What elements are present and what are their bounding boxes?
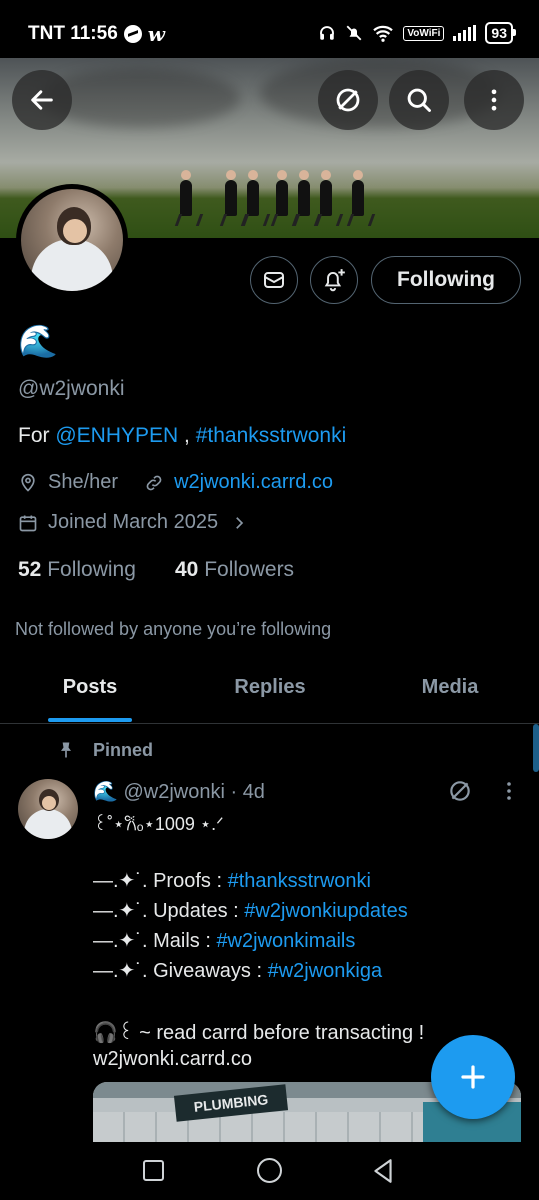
profile-avatar[interactable] xyxy=(16,184,128,296)
bullet: —.✦˙. xyxy=(93,930,148,952)
calendar-icon xyxy=(19,515,37,531)
updates-hashtag-link[interactable]: #w2jwonkiupdates xyxy=(244,900,407,922)
tweet-grok-icon[interactable] xyxy=(447,778,473,804)
grok-button[interactable] xyxy=(318,70,378,130)
bullet: —.✦˙. xyxy=(93,900,148,922)
following-label: Following xyxy=(47,558,136,581)
notifications-button[interactable] xyxy=(310,256,358,304)
pronouns: She/her xyxy=(48,471,119,493)
bell-muted-icon xyxy=(346,25,362,41)
link-icon xyxy=(146,475,162,490)
tweet-header: 🌊 @w2jwonki · 4d xyxy=(93,779,265,804)
pinned-label: Pinned xyxy=(93,740,154,760)
signal-icon xyxy=(453,25,477,41)
message-button[interactable] xyxy=(250,256,298,304)
profile-meta-row: She/her w2jwonki.carrd.co xyxy=(18,471,333,494)
more-vertical-icon xyxy=(491,89,497,111)
profile-handle: @w2jwonki xyxy=(18,377,125,400)
compose-button[interactable] xyxy=(431,1035,515,1119)
compose-plus-icon xyxy=(461,1065,485,1089)
following-button[interactable]: Following xyxy=(371,256,521,304)
followers-stat[interactable]: 40 Followers xyxy=(175,558,294,582)
back-nav-icon[interactable] xyxy=(370,1157,396,1185)
tweet-line-mails: —.✦˙. Mails : #w2jwonkimails xyxy=(93,928,355,953)
bullet: —.✦˙. xyxy=(93,870,148,892)
tweet-more-icon[interactable] xyxy=(497,779,521,803)
headphones-icon xyxy=(320,26,335,40)
w-app-icon: w xyxy=(147,22,165,46)
giveaways-hashtag-link[interactable]: #w2jwonkiga xyxy=(268,960,383,982)
status-bar: TNT 11:56 w VoWiFi 93 xyxy=(0,0,539,62)
recents-button[interactable] xyxy=(143,1160,164,1181)
location-pin-icon xyxy=(21,473,35,492)
carrier-time: TNT 11:56 xyxy=(28,23,118,44)
website-link[interactable]: w2jwonki.carrd.co xyxy=(174,471,333,494)
not-followed-notice: Not followed by anyone you’re following xyxy=(15,619,332,639)
back-button[interactable] xyxy=(12,70,72,130)
search-button[interactable] xyxy=(389,70,449,130)
messenger-icon xyxy=(123,25,142,43)
following-count: 52 xyxy=(18,558,42,581)
tweet-author-name[interactable]: 🌊 xyxy=(93,781,118,803)
proofs-label: Proofs : xyxy=(153,870,228,892)
wifi-icon xyxy=(373,25,394,42)
tabs-divider xyxy=(0,723,539,724)
battery-indicator: 93 xyxy=(485,22,516,44)
scrollbar-thumb[interactable] xyxy=(533,724,539,772)
bullet: —.✦˙. xyxy=(93,960,148,982)
tweet-note: 🎧꒰ ~ read carrd before transacting ! xyxy=(93,1022,425,1044)
tab-media[interactable]: Media xyxy=(390,676,510,724)
tab-replies[interactable]: Replies xyxy=(205,676,335,724)
bio: For @ENHYPEN , #thanksstrwonki xyxy=(18,424,346,448)
joined-date: Joined March 2025 xyxy=(48,511,219,533)
chevron-right-icon xyxy=(236,516,244,529)
tweet-line-giveaways: —.✦˙. Giveaways : #w2jwonkiga xyxy=(93,958,382,983)
following-stat[interactable]: 52 Following xyxy=(18,558,136,582)
giveaways-label: Giveaways : xyxy=(153,960,268,982)
display-name: 🌊 xyxy=(18,323,58,359)
vowifi-badge: VoWiFi xyxy=(403,25,445,41)
tweet-line-1: ꒰˚⋆𐙚ₒ⋆1009 ⋆.ᐟ xyxy=(93,814,224,834)
updates-label: Updates : xyxy=(153,900,245,922)
tab-posts[interactable]: Posts xyxy=(30,676,150,724)
search-icon xyxy=(407,88,431,112)
joined-row[interactable]: Joined March 2025 xyxy=(18,511,248,534)
tweet-line-proofs: —.✦˙. Proofs : #thanksstrwonki xyxy=(93,868,371,893)
mails-hashtag-link[interactable]: #w2jwonkimails xyxy=(216,930,355,952)
bio-mention-link[interactable]: @ENHYPEN xyxy=(55,424,178,447)
tweet-handle-time[interactable]: @w2jwonki · 4d xyxy=(123,781,264,803)
notification-bell-plus-icon xyxy=(324,269,345,292)
active-tab-indicator xyxy=(48,718,132,722)
more-button[interactable] xyxy=(464,70,524,130)
message-icon xyxy=(264,272,284,288)
followers-label: Followers xyxy=(204,558,295,581)
bio-prefix: For xyxy=(18,424,56,447)
bio-separator: , xyxy=(178,424,196,447)
followers-count: 40 xyxy=(175,558,199,581)
bio-hashtag-link[interactable]: #thanksstrwonki xyxy=(196,424,347,447)
proofs-hashtag-link[interactable]: #thanksstrwonki xyxy=(228,870,371,892)
mails-label: Mails : xyxy=(153,930,217,952)
tweet-link[interactable]: w2jwonki.carrd.co xyxy=(93,1048,252,1071)
grok-icon xyxy=(336,88,360,112)
pin-icon xyxy=(61,742,71,758)
home-button[interactable] xyxy=(257,1158,282,1183)
tweet-author-avatar[interactable] xyxy=(18,779,78,839)
back-arrow-icon xyxy=(31,90,53,110)
tweet-line-updates: —.✦˙. Updates : #w2jwonkiupdates xyxy=(93,898,408,923)
